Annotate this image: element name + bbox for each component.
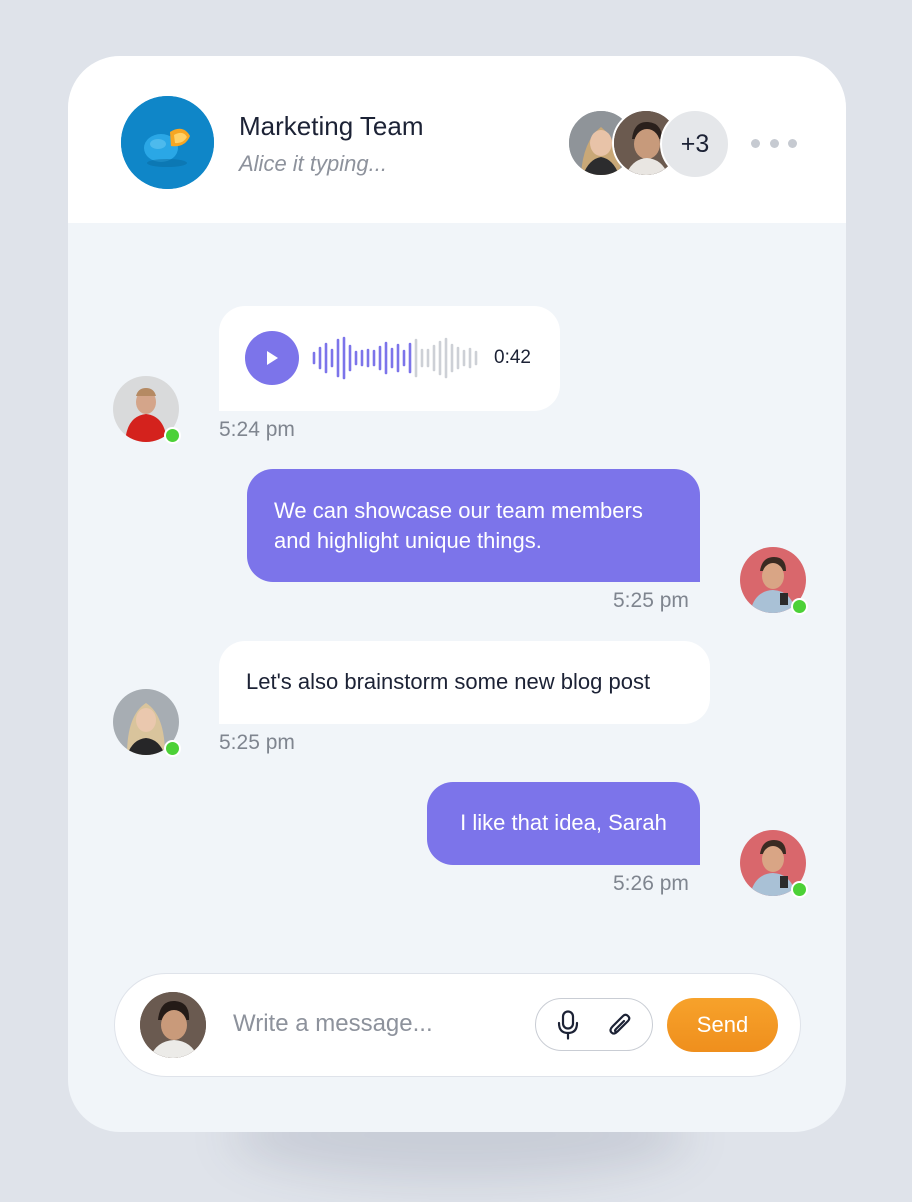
page: Marketing Team Alice it typing... +3 0:4… bbox=[0, 0, 912, 1202]
audio-waveform[interactable] bbox=[312, 336, 484, 380]
message-time: 5:26 pm bbox=[613, 872, 689, 895]
message-text-line: We can showcase our team members bbox=[274, 498, 643, 523]
outgoing-message: We can showcase our team members and hig… bbox=[247, 469, 700, 582]
group-avatar[interactable] bbox=[121, 96, 214, 189]
voice-duration: 0:42 bbox=[494, 347, 531, 368]
message-text-line: and highlight unique things. bbox=[274, 528, 542, 553]
current-user-avatar[interactable] bbox=[140, 992, 206, 1058]
typing-status: Alice it typing... bbox=[239, 151, 387, 176]
message-composer: Send bbox=[114, 973, 801, 1077]
dot bbox=[769, 138, 779, 148]
play-icon[interactable] bbox=[245, 331, 299, 385]
dot bbox=[751, 138, 760, 148]
message-time: 5:24 pm bbox=[219, 418, 295, 441]
voice-message: 0:42 bbox=[219, 306, 560, 411]
outgoing-message: I like that idea, Sarah bbox=[427, 782, 700, 865]
incoming-message: Let's also brainstorm some new blog post bbox=[219, 641, 710, 724]
online-indicator bbox=[791, 598, 808, 615]
online-indicator bbox=[791, 881, 808, 898]
composer-tools bbox=[535, 998, 653, 1051]
chat-window: Marketing Team Alice it typing... +3 0:4… bbox=[68, 56, 846, 1132]
group-name: Marketing Team bbox=[239, 111, 424, 141]
more-members-badge[interactable]: +3 bbox=[660, 109, 730, 179]
member-avatars[interactable]: +3 bbox=[567, 109, 730, 179]
online-indicator bbox=[164, 427, 181, 444]
send-button[interactable]: Send bbox=[667, 998, 778, 1052]
message-time: 5:25 pm bbox=[219, 731, 295, 754]
paperclip-icon[interactable] bbox=[605, 1010, 635, 1040]
microphone-icon[interactable] bbox=[553, 1010, 583, 1040]
message-input[interactable] bbox=[233, 1004, 523, 1044]
chat-header: Marketing Team Alice it typing... +3 bbox=[68, 56, 846, 223]
more-options-icon[interactable] bbox=[751, 130, 797, 156]
online-indicator bbox=[164, 740, 181, 757]
message-time: 5:25 pm bbox=[613, 589, 689, 612]
dot bbox=[788, 138, 797, 148]
